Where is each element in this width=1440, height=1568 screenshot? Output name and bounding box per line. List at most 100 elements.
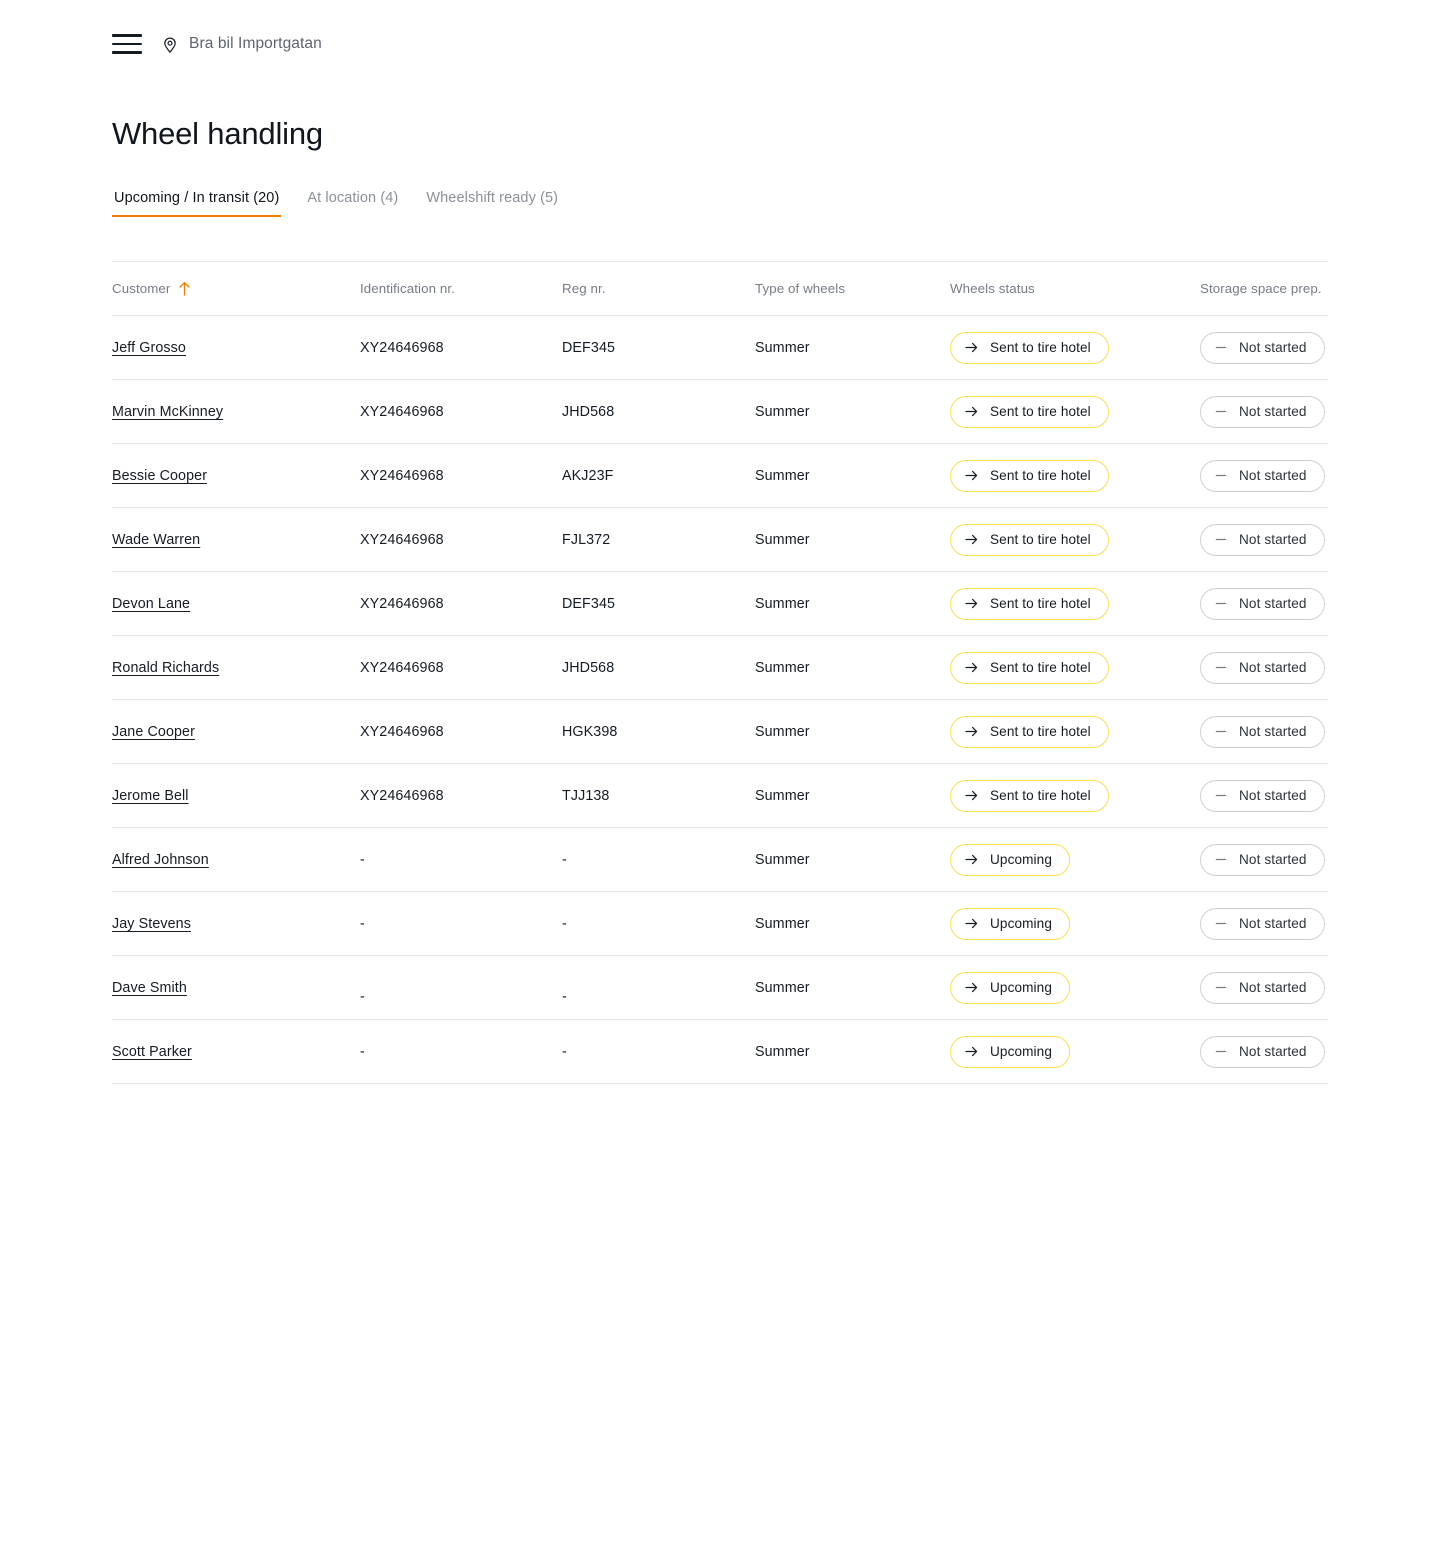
wheels-status-pill[interactable]: Sent to tire hotel [950,587,1109,620]
cell-type: Summer [755,699,950,764]
customer-link[interactable]: Scott Parker [112,1044,192,1060]
type-value: Summer [755,531,810,548]
cell-reg: TJJ138 [562,763,755,828]
column-header-identification[interactable]: Identification nr. [360,261,562,316]
storage-prep-pill[interactable]: Not started [1200,779,1325,812]
cell-type: Summer [755,315,950,380]
table-row[interactable]: Jeff Grosso XY24646968 DEF345 Summer Sent to… [112,315,1328,380]
identification-value: XY24646968 [360,659,444,676]
customer-link[interactable]: Jerome Bell [112,788,189,804]
wheels-status-pill[interactable]: Upcoming [950,1035,1070,1068]
column-header-prep[interactable]: Storage space prep. [1200,261,1328,316]
cell-status: Sent to tire hotel [950,635,1200,700]
customer-link[interactable]: Bessie Cooper [112,468,207,484]
identification-value: XY24646968 [360,723,444,740]
cell-customer: Scott Parker [112,1019,360,1084]
cell-customer: Devon Lane [112,571,360,636]
customer-link[interactable]: Wade Warren [112,532,200,548]
arrow-up-icon[interactable] [178,281,191,296]
table-row[interactable]: Jerome Bell XY24646968 TJJ138 Summer Sent to… [112,763,1328,828]
wheels-status-label: Sent to tire hotel [990,340,1091,355]
reg-value: AKJ23F [562,467,614,484]
cell-reg: AKJ23F [562,443,755,508]
storage-prep-label: Not started [1239,980,1307,995]
wheels-status-pill[interactable]: Upcoming [950,971,1070,1004]
cell-customer: Marvin McKinney [112,379,360,444]
customer-link[interactable]: Jay Stevens [112,916,191,932]
customer-link[interactable]: Jane Cooper [112,724,195,740]
storage-prep-label: Not started [1239,916,1307,931]
storage-prep-pill[interactable]: Not started [1200,395,1325,428]
table-row[interactable]: Devon Lane XY24646968 DEF345 Summer Sent to … [112,571,1328,636]
wheels-status-pill[interactable]: Sent to tire hotel [950,459,1109,492]
location-selector[interactable]: Bra bil Importgatan [160,34,322,54]
storage-prep-pill[interactable]: Not started [1200,971,1325,1004]
cell-type: Summer [755,891,950,956]
wheels-status-pill[interactable]: Sent to tire hotel [950,715,1109,748]
wheels-status-pill[interactable]: Sent to tire hotel [950,331,1109,364]
table-row[interactable]: Jane Cooper XY24646968 HGK398 Summer Sent to… [112,699,1328,764]
storage-prep-pill[interactable]: Not started [1200,523,1325,556]
table-row[interactable]: Ronald Richards XY24646968 JHD568 Summer Sen… [112,635,1328,700]
storage-prep-pill[interactable]: Not started [1200,459,1325,492]
reg-value: - [562,915,567,932]
cell-prep: Not started [1200,507,1328,572]
tab-bar: Upcoming / In transit (20) At location (… [112,190,560,217]
cell-status: Sent to tire hotel [950,763,1200,828]
cell-reg: JHD568 [562,379,755,444]
wheels-status-pill[interactable]: Sent to tire hotel [950,651,1109,684]
type-value: Summer [755,339,810,356]
column-header-type[interactable]: Type of wheels [755,261,950,316]
tab-upcoming-in-transit[interactable]: Upcoming / In transit (20) [112,190,282,217]
column-header-customer[interactable]: Customer [112,261,360,316]
customer-link[interactable]: Alfred Johnson [112,852,209,868]
identification-value: XY24646968 [360,595,444,612]
cell-identification: XY24646968 [360,315,562,380]
wheel-handling-table: Customer Identification nr. Reg nr. Type… [112,261,1328,1084]
table-row[interactable]: Jay Stevens - - Summer Upcoming Not started [112,891,1328,956]
cell-identification: - [360,827,562,892]
cell-identification: XY24646968 [360,507,562,572]
cell-identification: XY24646968 [360,763,562,828]
table-row[interactable]: Wade Warren XY24646968 FJL372 Summer Sent to… [112,507,1328,572]
customer-link[interactable]: Marvin McKinney [112,404,223,420]
cell-identification: - [360,955,562,1020]
table-row[interactable]: Dave Smith - - Summer Upcoming Not started [112,955,1328,1020]
cell-type: Summer [755,955,950,1020]
cell-reg: DEF345 [562,571,755,636]
column-header-status[interactable]: Wheels status [950,261,1200,316]
column-header-reg[interactable]: Reg nr. [562,261,755,316]
cell-prep: Not started [1200,635,1328,700]
customer-link[interactable]: Ronald Richards [112,660,219,676]
table-row[interactable]: Bessie Cooper XY24646968 AKJ23F Summer Sent … [112,443,1328,508]
storage-prep-pill[interactable]: Not started [1200,331,1325,364]
table-row[interactable]: Marvin McKinney XY24646968 JHD568 Summer Sen… [112,379,1328,444]
customer-link[interactable]: Dave Smith [112,980,187,996]
cell-status: Upcoming [950,1019,1200,1084]
storage-prep-pill[interactable]: Not started [1200,651,1325,684]
hamburger-menu-icon[interactable] [112,28,142,60]
wheels-status-pill[interactable]: Sent to tire hotel [950,395,1109,428]
cell-customer: Ronald Richards [112,635,360,700]
storage-prep-pill[interactable]: Not started [1200,587,1325,620]
wheels-status-label: Sent to tire hotel [990,724,1091,739]
customer-link[interactable]: Devon Lane [112,596,190,612]
table-row[interactable]: Scott Parker - - Summer Upcoming Not started [112,1019,1328,1084]
wheels-status-label: Sent to tire hotel [990,596,1091,611]
customer-link[interactable]: Jeff Grosso [112,340,186,356]
wheels-status-pill[interactable]: Sent to tire hotel [950,779,1109,812]
storage-prep-pill[interactable]: Not started [1200,1035,1325,1068]
table-row[interactable]: Alfred Johnson - - Summer Upcoming Not starte… [112,827,1328,892]
wheels-status-pill[interactable]: Sent to tire hotel [950,523,1109,556]
tab-at-location[interactable]: At location (4) [305,190,400,217]
column-header-status-label: Wheels status [950,281,1035,296]
storage-prep-pill[interactable]: Not started [1200,907,1325,940]
hamburger-bar [112,51,142,54]
tab-wheelshift-ready[interactable]: Wheelshift ready (5) [424,190,560,217]
wheels-status-pill[interactable]: Upcoming [950,843,1070,876]
wheels-status-pill[interactable]: Upcoming [950,907,1070,940]
cell-prep: Not started [1200,699,1328,764]
storage-prep-label: Not started [1239,660,1307,675]
storage-prep-pill[interactable]: Not started [1200,843,1325,876]
storage-prep-pill[interactable]: Not started [1200,715,1325,748]
